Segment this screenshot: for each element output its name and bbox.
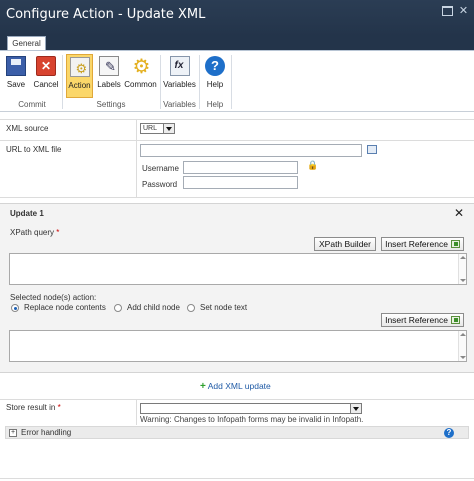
close-update-icon[interactable]: ✕ <box>454 206 464 220</box>
close-icon[interactable]: ✕ <box>458 6 469 17</box>
lock-icon: 🔒 <box>307 160 319 170</box>
store-result-select[interactable] <box>140 403 362 414</box>
chevron-down-icon <box>163 124 174 133</box>
password-label: Password <box>142 180 178 189</box>
cancel-label: Cancel <box>33 80 59 89</box>
option-set-text-label: Set node text <box>200 303 248 312</box>
add-xml-update-label: Add XML update <box>207 381 271 391</box>
scrollbar[interactable] <box>458 254 466 284</box>
cancel-icon <box>36 56 56 76</box>
infopath-warning: Warning: Changes to Infopath forms may b… <box>140 415 364 424</box>
variables-fx-icon <box>169 56 190 76</box>
insert-reference-label: Insert Reference <box>385 315 448 325</box>
insert-reference-label: Insert Reference <box>385 239 448 249</box>
error-handling-label: Error handling <box>21 428 72 437</box>
insert-reference-icon <box>450 316 460 324</box>
update-panel: Update 1 ✕ XPath query * XPath Builder I… <box>0 203 474 373</box>
error-handling-bar[interactable]: + Error handling ? <box>5 426 469 439</box>
group-variables: Variables <box>163 100 196 109</box>
xpath-query-label: XPath query * <box>10 228 59 237</box>
maximize-icon[interactable] <box>442 6 453 16</box>
node-action-label: Selected node(s) action: <box>10 293 97 302</box>
column-divider <box>136 399 137 425</box>
update-title: Update 1 <box>10 209 44 218</box>
ribbon-tabstrip <box>0 36 474 50</box>
help-button[interactable]: Help <box>203 54 227 98</box>
group-settings: Settings <box>96 100 126 109</box>
common-button[interactable]: Common <box>124 54 157 98</box>
labels-label: Labels <box>97 80 121 89</box>
title-bar: Configure Action - Update XML ✕ <box>0 0 474 36</box>
ribbon-separator <box>199 55 200 109</box>
chevron-down-icon <box>350 404 361 413</box>
insert-reference-button[interactable]: Insert Reference <box>381 237 464 251</box>
common-gears-icon <box>131 54 151 79</box>
variables-label: Variables <box>163 80 196 89</box>
bottom-border <box>0 478 474 479</box>
save-button[interactable]: Save <box>4 54 28 98</box>
plus-icon: + <box>200 381 206 392</box>
add-xml-update-link[interactable]: + Add XML update <box>200 381 271 392</box>
xml-source-select[interactable]: URL <box>140 123 175 134</box>
username-label: Username <box>142 164 179 173</box>
store-result-text: Store result in <box>6 403 56 412</box>
labels-icon <box>99 56 119 76</box>
option-replace-label: Replace node contents <box>24 303 106 312</box>
cancel-button[interactable]: Cancel <box>33 54 59 98</box>
window-title: Configure Action - Update XML <box>6 7 206 22</box>
password-input[interactable] <box>183 176 298 189</box>
insert-reference-icon <box>450 240 460 248</box>
xpath-query-text: XPath query <box>10 228 55 237</box>
xml-source-value: URL <box>143 125 158 132</box>
labels-button[interactable]: Labels <box>95 54 123 98</box>
radio-replace-node[interactable] <box>11 304 19 312</box>
option-add-child-label: Add child node <box>127 303 180 312</box>
username-input[interactable] <box>183 161 298 174</box>
scrollbar[interactable] <box>458 331 466 361</box>
help-icon[interactable]: ? <box>444 428 454 438</box>
common-label: Common <box>124 80 157 89</box>
xml-source-label: XML source <box>6 124 49 133</box>
insert-reference-button-2[interactable]: Insert Reference <box>381 313 464 327</box>
expand-icon[interactable]: + <box>9 429 17 437</box>
row-divider <box>0 119 474 120</box>
tab-general[interactable]: General <box>7 36 46 51</box>
store-result-label: Store result in * <box>6 403 61 412</box>
ribbon-separator <box>62 55 63 109</box>
xpath-builder-button[interactable]: XPath Builder <box>314 237 376 251</box>
ribbon: Save Cancel Commit Action Labels Common … <box>0 50 474 112</box>
required-mark: * <box>56 228 60 237</box>
insert-reference-icon[interactable] <box>367 145 377 154</box>
help-label: Help <box>206 80 224 89</box>
ribbon-separator <box>231 55 232 109</box>
row-divider <box>0 399 474 400</box>
radio-add-child[interactable] <box>114 304 122 312</box>
xpath-query-textarea[interactable] <box>9 253 467 285</box>
action-button[interactable]: Action <box>66 54 93 98</box>
row-divider <box>0 197 474 198</box>
required-mark: * <box>57 403 61 412</box>
row-divider <box>0 140 474 141</box>
save-label: Save <box>6 80 26 89</box>
group-help: Help <box>206 100 224 109</box>
url-label: URL to XML file <box>6 145 62 154</box>
node-content-textarea[interactable] <box>9 330 467 362</box>
column-divider <box>136 119 137 198</box>
variables-button[interactable]: Variables <box>162 54 197 98</box>
help-icon <box>205 56 225 76</box>
save-icon <box>6 56 26 76</box>
radio-set-text[interactable] <box>187 304 195 312</box>
group-commit: Commit <box>18 100 46 109</box>
action-label: Action <box>68 81 91 90</box>
url-input[interactable] <box>140 144 362 157</box>
action-icon <box>69 57 90 77</box>
